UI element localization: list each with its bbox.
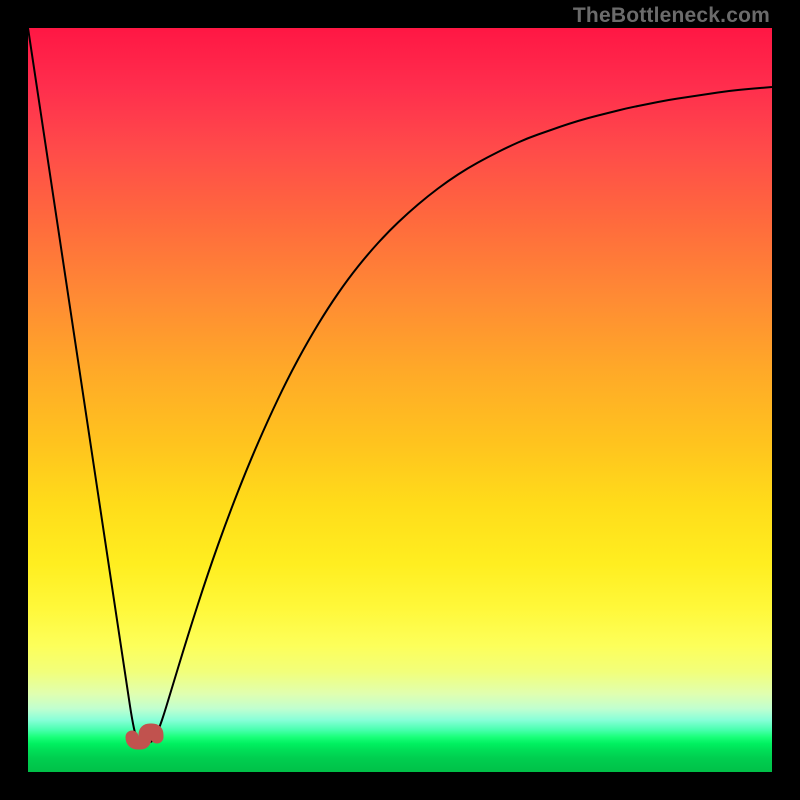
min-marker-icon bbox=[28, 28, 772, 772]
chart-frame: TheBottleneck.com bbox=[0, 0, 800, 800]
plot-area bbox=[28, 28, 772, 772]
watermark-text: TheBottleneck.com bbox=[573, 4, 770, 28]
